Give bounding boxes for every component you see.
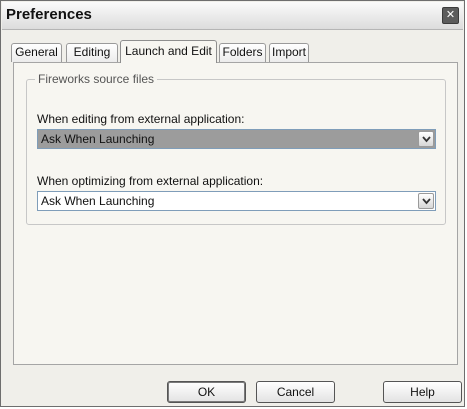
close-button[interactable]: ✕ [442,7,459,24]
optimizing-select[interactable]: Ask When Launching [37,191,436,211]
tab-general[interactable]: General [11,43,62,62]
optimizing-label: When optimizing from external applicatio… [37,174,264,188]
editing-select[interactable]: Ask When Launching [37,129,436,149]
dialog-title: Preferences [6,6,92,23]
tab-import[interactable]: Import [269,43,309,62]
ok-button[interactable]: OK [167,381,246,403]
help-button[interactable]: Help [383,381,462,403]
close-icon: ✕ [445,9,456,21]
editing-select-value: Ask When Launching [41,132,155,146]
fireworks-source-files-group: Fireworks source files When editing from… [26,72,446,225]
chevron-down-icon [422,136,431,143]
tab-panel-launch-and-edit: Fireworks source files When editing from… [13,62,458,365]
optimizing-select-value: Ask When Launching [41,194,155,208]
chevron-down-icon [422,198,431,205]
tab-launch-and-edit[interactable]: Launch and Edit [120,40,217,63]
title-bar[interactable]: Preferences ✕ [2,2,463,30]
group-legend: Fireworks source files [35,72,158,86]
tab-folders[interactable]: Folders [219,43,266,62]
optimizing-dropdown-button[interactable] [418,193,434,209]
editing-label: When editing from external application: [37,112,245,126]
editing-dropdown-button[interactable] [418,131,434,147]
tab-editing[interactable]: Editing [66,43,118,62]
cancel-button[interactable]: Cancel [256,381,335,403]
preferences-dialog: Preferences ✕ General Editing Launch and… [0,0,465,407]
